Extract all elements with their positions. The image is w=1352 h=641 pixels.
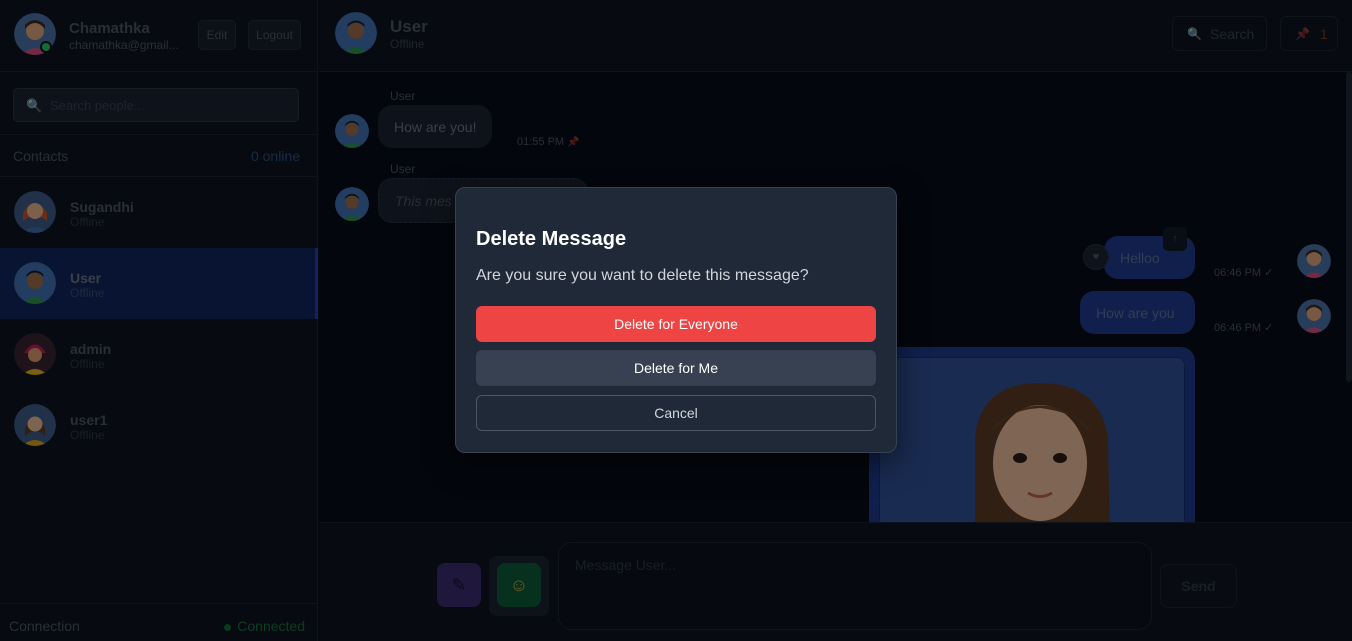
cancel-button[interactable]: Cancel (476, 395, 876, 431)
delete-message-dialog: Delete Message Are you sure you want to … (455, 187, 897, 453)
delete-for-me-button[interactable]: Delete for Me (476, 350, 876, 386)
dialog-title: Delete Message (476, 228, 627, 250)
delete-for-everyone-button[interactable]: Delete for Everyone (476, 306, 876, 342)
dialog-text: Are you sure you want to delete this mes… (476, 267, 809, 284)
